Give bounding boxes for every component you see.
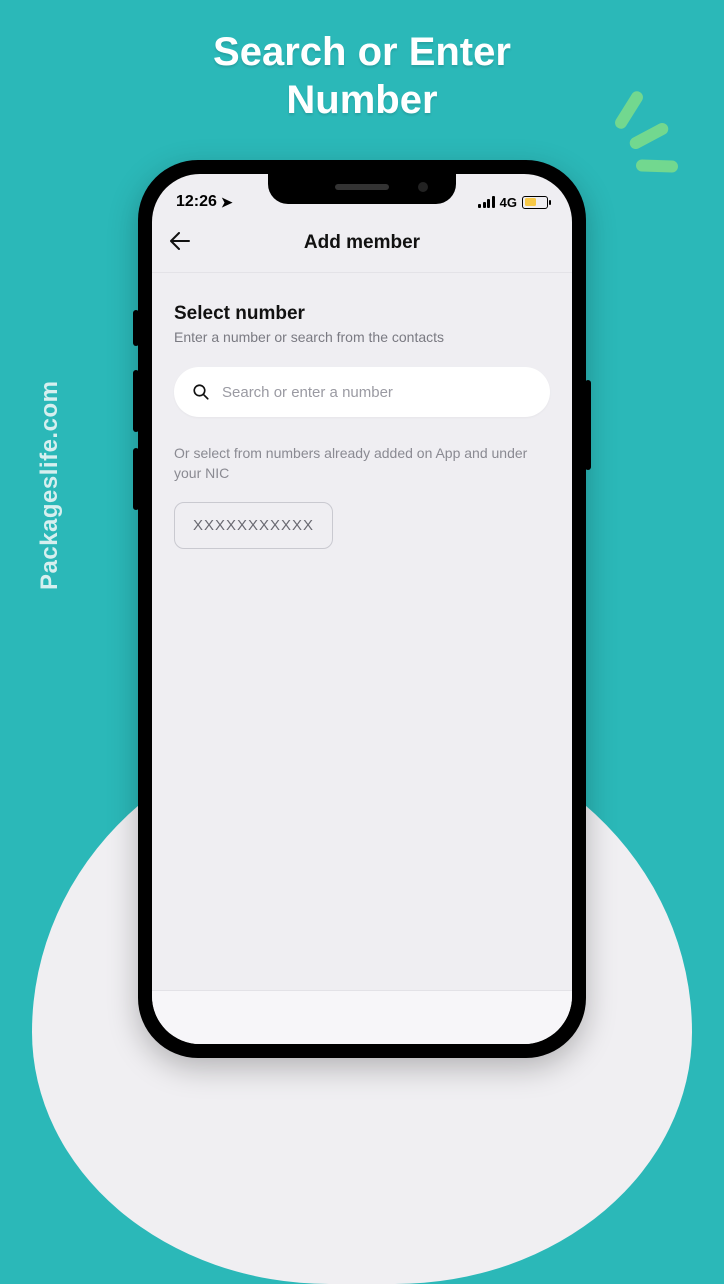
signal-icon	[478, 196, 495, 208]
header-title: Add member	[304, 232, 420, 254]
phone-screen: 12:26 ➤ 4G Add member Select number Ente…	[152, 174, 572, 1044]
network-label: 4G	[500, 195, 517, 210]
footer-bar	[152, 990, 572, 1044]
search-box[interactable]	[174, 367, 550, 417]
page-title-line2: Number	[286, 78, 437, 122]
arrow-left-icon	[170, 232, 190, 250]
content-area: Select number Enter a number or search f…	[152, 273, 572, 549]
phone-side-button	[133, 310, 139, 346]
phone-side-button	[133, 370, 139, 432]
section-subtitle: Enter a number or search from the contac…	[174, 329, 550, 345]
or-select-text: Or select from numbers already added on …	[174, 443, 550, 484]
battery-icon	[522, 196, 548, 209]
saved-number-chip[interactable]: XXXXXXXXXXX	[174, 502, 333, 549]
phone-side-button	[133, 448, 139, 510]
app-header: Add member	[152, 218, 572, 273]
watermark-text: Packageslife.com	[36, 381, 64, 590]
back-button[interactable]	[170, 228, 198, 258]
location-icon: ➤	[221, 194, 233, 211]
phone-side-button	[585, 380, 591, 470]
status-time: 12:26	[176, 193, 217, 211]
phone-frame: 12:26 ➤ 4G Add member Select number Ente…	[138, 160, 586, 1058]
decorative-burst	[596, 98, 696, 198]
saved-number-value: XXXXXXXXXXX	[193, 517, 314, 534]
search-icon	[192, 383, 210, 401]
search-input[interactable]	[222, 384, 532, 401]
page-title-line1: Search or Enter	[213, 30, 511, 74]
phone-notch	[268, 174, 456, 204]
section-title: Select number	[174, 303, 550, 325]
